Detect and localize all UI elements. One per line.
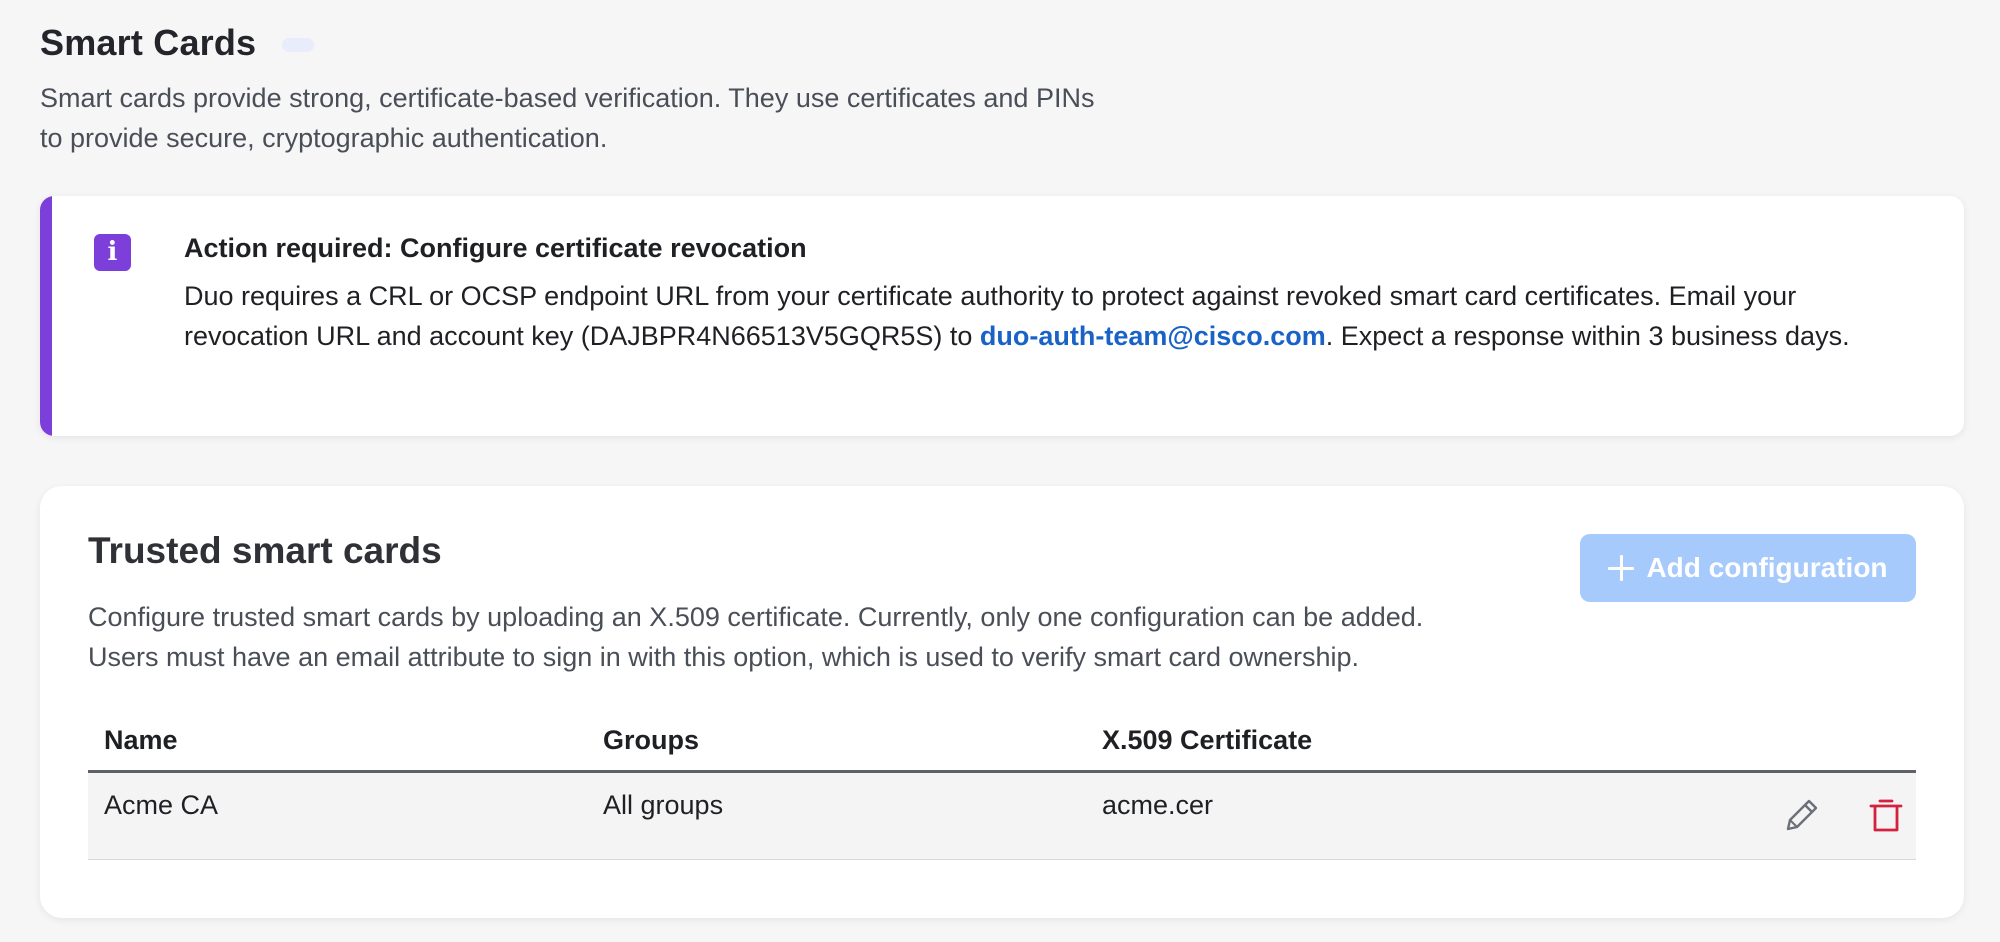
smart-cards-table: Name Groups X.509 Certificate Acme CA Al… (88, 720, 1916, 860)
cell-groups: All groups (603, 790, 724, 820)
info-icon: i (94, 234, 131, 271)
edit-button[interactable] (1782, 795, 1822, 835)
column-header-certificate: X.509 Certificate (1102, 725, 1313, 755)
section-description-line-1: Configure trusted smart cards by uploadi… (88, 602, 1424, 632)
table-header: Name Groups X.509 Certificate (88, 720, 1916, 773)
plus-icon (1608, 555, 1635, 581)
alert-body: Action required: Configure certificate r… (184, 230, 1908, 356)
section-description-line-2: Users must have an email attribute to si… (88, 642, 1360, 672)
cell-certificate: acme.cer (1102, 790, 1214, 820)
alert-message: Duo requires a CRL or OCSP endpoint URL … (184, 276, 1908, 356)
trash-icon (1869, 799, 1903, 832)
revocation-alert: i Action required: Configure certificate… (40, 196, 1964, 436)
add-configuration-label: Add configuration (1646, 552, 1888, 583)
page-description-line-1: Smart cards provide strong, certificate-… (40, 83, 1095, 113)
cell-name: Acme CA (104, 790, 219, 820)
delete-button[interactable] (1866, 795, 1906, 835)
support-email-link[interactable]: duo-auth-team@cisco.com (980, 321, 1326, 351)
column-header-groups: Groups (603, 725, 700, 755)
alert-accent-bar (40, 196, 52, 436)
pencil-icon (1786, 799, 1818, 831)
alert-title: Action required: Configure certificate r… (184, 233, 807, 263)
page-description: Smart cards provide strong, certificate-… (40, 78, 1280, 158)
add-configuration-button[interactable]: Add configuration (1580, 534, 1916, 602)
page-title: Smart Cards (40, 22, 257, 63)
page-description-line-2: to provide secure, cryptographic authent… (40, 123, 608, 153)
table-row: Acme CA All groups acme.cer (88, 773, 1916, 860)
section-description: Configure trusted smart cards by uploadi… (88, 597, 1648, 677)
column-header-name: Name (104, 725, 178, 755)
title-badge (282, 38, 315, 52)
section-title: Trusted smart cards (88, 530, 442, 571)
alert-message-suffix: . Expect a response within 3 business da… (1325, 321, 1850, 351)
trusted-smart-cards-card: Trusted smart cards Add configuration Co… (40, 486, 1964, 918)
page-header: Smart Cards Smart cards provide strong, … (40, 20, 1340, 158)
title-row: Smart Cards (40, 20, 1340, 66)
